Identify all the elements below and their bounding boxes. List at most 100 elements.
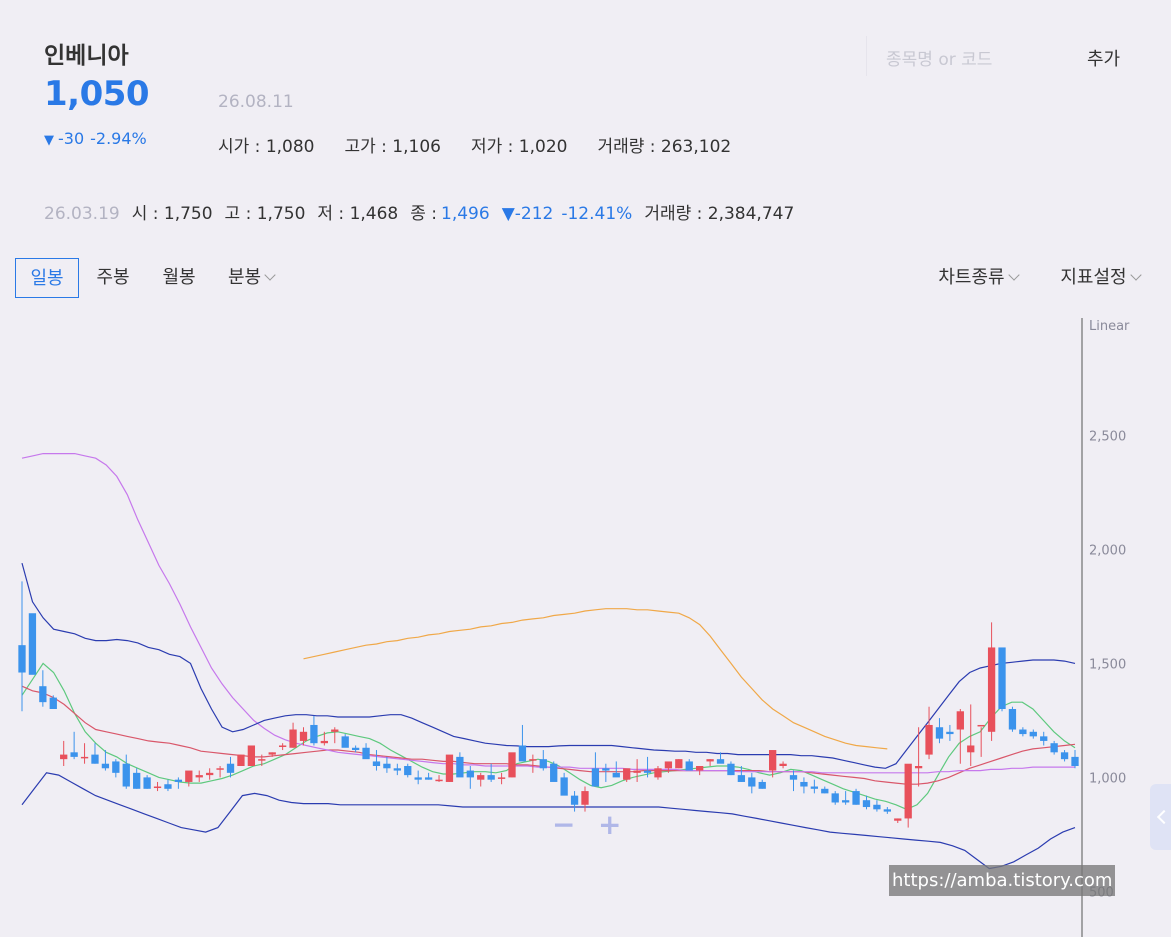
candle-body <box>727 763 735 776</box>
watermark: https://amba.tistory.com <box>889 865 1116 896</box>
candle-body <box>91 754 99 764</box>
candle-body <box>237 754 245 766</box>
price-change: ▼ -30 -2.94% <box>44 129 153 148</box>
candle-body <box>862 800 871 808</box>
candle-body <box>539 759 547 769</box>
candle-body <box>737 775 746 782</box>
candle-body <box>174 779 183 782</box>
chevron-down-icon <box>264 269 276 281</box>
candle-body <box>998 647 1006 709</box>
candle-body <box>466 770 474 778</box>
change-percent: -2.94% <box>90 129 147 148</box>
candle-body <box>456 756 464 778</box>
candle-body <box>716 759 725 764</box>
y-tick-label: 1,000 <box>1089 771 1126 786</box>
candle-body <box>28 613 37 675</box>
candle-body <box>675 759 683 769</box>
chart-type-label: 차트종류 <box>938 267 1005 288</box>
chart-type-button[interactable]: 차트종류 <box>928 258 1028 298</box>
candle-body <box>508 752 516 778</box>
add-button[interactable]: 추가 <box>1087 45 1120 71</box>
tab-monthly[interactable]: 월봉 <box>154 258 204 298</box>
high-price: 고가 : 1,106 <box>344 137 441 157</box>
candle-body <box>643 770 652 773</box>
candle-body <box>591 768 600 787</box>
candle-body <box>278 745 287 747</box>
candle-body <box>226 763 235 773</box>
candle-body <box>696 766 704 771</box>
chevron-left-icon <box>1156 809 1171 825</box>
candle-body <box>18 645 26 673</box>
candle-body <box>529 759 537 761</box>
candle-body <box>216 768 224 770</box>
tab-weekly[interactable]: 주봉 <box>88 258 138 298</box>
candle-body <box>153 786 162 789</box>
candle-body <box>393 768 401 771</box>
candle-body <box>206 772 214 776</box>
candle-body <box>685 761 693 771</box>
candle-body <box>821 788 829 794</box>
candle-body <box>143 777 151 789</box>
candle-body <box>581 791 589 805</box>
candle-body <box>164 784 172 789</box>
candle-body <box>362 747 370 760</box>
tab-daily[interactable]: 일봉 <box>15 258 79 298</box>
candle-body <box>487 775 495 780</box>
y-tick-label: 2,500 <box>1089 429 1126 444</box>
current-date: 26.08.11 <box>218 92 294 112</box>
candle-body <box>1019 729 1027 735</box>
candle-body <box>185 770 193 782</box>
scale-label: Linear <box>1089 319 1130 334</box>
candle-body <box>80 756 89 759</box>
candle-body <box>445 754 454 782</box>
bollinger-band-line <box>21 562 1076 769</box>
candle-body <box>1071 756 1079 766</box>
tab-minute[interactable]: 분봉 <box>218 258 284 298</box>
search-input[interactable]: 종목명 or 코드 <box>886 45 992 70</box>
candle-body <box>1029 731 1037 737</box>
candle-body <box>268 752 276 755</box>
zoom-in-button[interactable]: + <box>598 808 621 841</box>
candle-body <box>664 761 673 769</box>
candle-body <box>758 781 766 789</box>
candle-body <box>977 724 985 727</box>
candle-body <box>633 770 641 773</box>
indicator-settings-label: 지표설정 <box>1060 267 1127 288</box>
candle-body <box>477 775 485 780</box>
moving-average-line <box>303 608 888 750</box>
hover-open: 시 : 1,750 <box>131 204 213 224</box>
candle-body <box>372 761 381 766</box>
candle-body <box>612 772 620 778</box>
zoom-out-button[interactable]: − <box>552 808 575 841</box>
candle-body <box>602 768 610 771</box>
candle-body <box>497 777 506 779</box>
candle-body <box>800 781 808 787</box>
hover-close: 1,496 <box>441 204 490 224</box>
indicator-settings-button[interactable]: 지표설정 <box>1050 258 1150 298</box>
candle-body <box>623 768 631 780</box>
side-panel-toggle[interactable] <box>1150 784 1171 850</box>
moving-average-line <box>21 453 1075 774</box>
candle-body <box>133 772 141 789</box>
y-tick-label: 1,500 <box>1089 657 1126 672</box>
candle-body <box>779 763 787 766</box>
candle-body <box>112 761 120 773</box>
stock-name: 인베니아 <box>44 43 129 69</box>
bollinger-band-line <box>21 772 1076 870</box>
candle-body <box>258 759 266 761</box>
candle-body <box>560 777 568 796</box>
candle-body <box>654 768 662 778</box>
candle-body <box>1040 736 1048 741</box>
price-chart[interactable]: Linear2,5002,0001,5001,000500 <box>0 310 1171 937</box>
current-price: 1,050 <box>44 74 150 114</box>
candle-body <box>831 793 839 803</box>
candle-body <box>935 727 944 739</box>
candle-body <box>904 763 912 819</box>
candle-body <box>331 729 339 732</box>
candle-body <box>946 731 954 735</box>
candle-body <box>101 763 110 769</box>
candle-body <box>424 777 433 780</box>
chevron-down-icon <box>1129 269 1142 281</box>
hover-volume: 거래량 : 2,384,747 <box>644 204 795 224</box>
candle-body <box>247 745 256 766</box>
